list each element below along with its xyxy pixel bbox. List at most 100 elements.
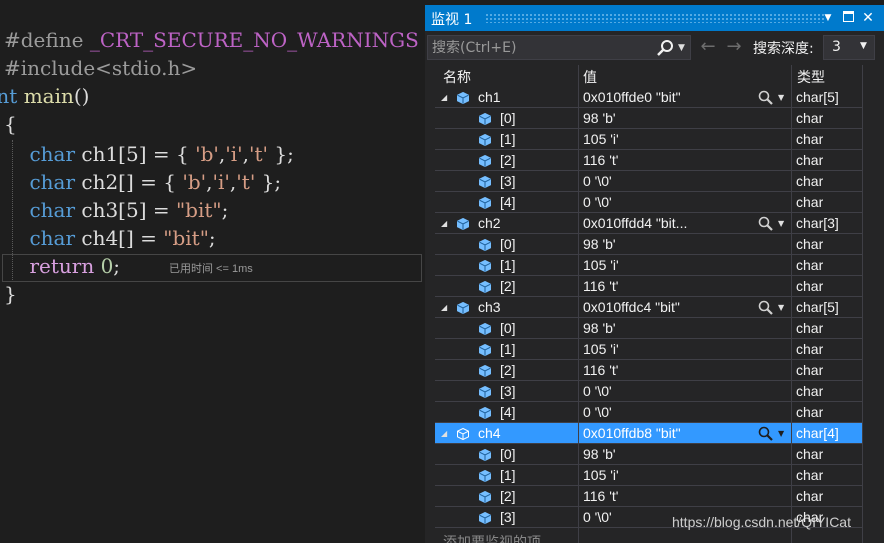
watch-type: char[3] xyxy=(796,215,839,231)
search-dropdown-icon[interactable]: ▼ xyxy=(678,38,685,58)
watch-name: [1] xyxy=(500,257,516,273)
visualizer-dropdown-icon[interactable]: ▼ xyxy=(778,297,784,318)
code-editor[interactable]: #define _CRT_SECURE_NO_WARNINGS 1#includ… xyxy=(0,0,424,543)
column-separator[interactable] xyxy=(578,65,579,543)
watch-value[interactable]: 0x010ffdd4 "bit... xyxy=(583,213,753,234)
code-token: } xyxy=(4,282,17,306)
watch-row-ch1[interactable]: ◢ ch1 0x010ffde0 "bit" ▼ char[5] xyxy=(435,87,863,108)
column-header-value[interactable]: 值 xyxy=(583,67,597,87)
variable-cube-icon xyxy=(457,302,469,314)
maximize-icon[interactable] xyxy=(839,8,857,28)
close-icon[interactable]: ✕ xyxy=(859,8,877,28)
text-visualizer-icon[interactable] xyxy=(757,425,775,442)
watch-window: 监视 1 ▼ ✕ ▼ ← → 搜索深度: 3 ▼ 名称 值 类型 ◢ ch1 0x0… xyxy=(425,5,884,543)
code-line: char ch4[] = "bit"; xyxy=(4,224,215,252)
watch-title-bar[interactable]: 监视 1 ▼ ✕ xyxy=(425,5,884,31)
search-input[interactable] xyxy=(432,38,642,58)
watch-value[interactable]: 105 'i' xyxy=(583,255,753,276)
watch-value[interactable]: 0 '\0' xyxy=(583,402,753,423)
watch-child-row[interactable]: [0] 98 'b' char xyxy=(435,234,863,255)
code-token: }; xyxy=(268,142,294,166)
watch-value[interactable]: 116 't' xyxy=(583,360,753,381)
watch-child-row[interactable]: [4] 0 '\0' char xyxy=(435,192,863,213)
watch-value[interactable]: 116 't' xyxy=(583,486,753,507)
add-watch-row[interactable]: 添加要监视的项 xyxy=(435,532,863,543)
watch-child-row[interactable]: [1] 105 'i' char xyxy=(435,129,863,150)
watch-name: [4] xyxy=(500,404,516,420)
watch-type: char xyxy=(796,257,824,273)
code-line: } xyxy=(4,280,17,308)
collapse-arrow-icon[interactable]: ◢ xyxy=(441,297,447,318)
watch-child-row[interactable]: [0] 98 'b' char xyxy=(435,108,863,129)
visualizer-dropdown-icon[interactable]: ▼ xyxy=(778,423,784,444)
collapse-arrow-icon[interactable]: ◢ xyxy=(441,87,447,108)
code-token: char xyxy=(29,170,76,194)
column-header-type[interactable]: 类型 xyxy=(797,67,825,87)
watch-child-row[interactable]: [3] 0 '\0' char xyxy=(435,381,863,402)
watch-child-row[interactable]: [2] 116 't' char xyxy=(435,486,863,507)
add-watch-placeholder[interactable]: 添加要监视的项 xyxy=(443,532,541,543)
code-token: ; xyxy=(113,254,121,278)
watch-child-row[interactable]: [0] 98 'b' char xyxy=(435,444,863,465)
watch-value[interactable]: 116 't' xyxy=(583,276,753,297)
watch-value[interactable]: 0 '\0' xyxy=(583,171,753,192)
text-visualizer-icon[interactable] xyxy=(757,299,775,316)
watch-child-row[interactable]: [0] 98 'b' char xyxy=(435,318,863,339)
watch-type: char xyxy=(796,110,824,126)
text-visualizer-icon[interactable] xyxy=(757,89,775,106)
code-token: }; xyxy=(255,170,282,194)
watch-child-row[interactable]: [2] 116 't' char xyxy=(435,276,863,297)
watch-child-row[interactable]: [1] 105 'i' char xyxy=(435,465,863,486)
variable-cube-icon xyxy=(479,344,491,356)
search-icon[interactable] xyxy=(656,38,676,58)
watch-value[interactable]: 0x010ffdc4 "bit" xyxy=(583,297,753,318)
watch-row-ch2[interactable]: ◢ ch2 0x010ffdd4 "bit... ▼ char[3] xyxy=(435,213,863,234)
text-visualizer-icon[interactable] xyxy=(757,215,775,232)
watch-title: 监视 1 xyxy=(431,12,473,28)
watch-type: char xyxy=(796,173,824,189)
column-header-name[interactable]: 名称 xyxy=(443,67,471,87)
watch-child-row[interactable]: [2] 116 't' char xyxy=(435,150,863,171)
column-separator xyxy=(862,65,863,543)
watch-type: char[5] xyxy=(796,299,839,315)
watch-value[interactable]: 105 'i' xyxy=(583,339,753,360)
code-line: { xyxy=(4,110,17,138)
visualizer-dropdown-icon[interactable]: ▼ xyxy=(778,213,784,234)
watch-value[interactable]: 105 'i' xyxy=(583,129,753,150)
watch-value[interactable]: 0x010ffdb8 "bit" xyxy=(583,423,753,444)
watch-child-row[interactable]: [1] 105 'i' char xyxy=(435,339,863,360)
code-token: ch2[] = { xyxy=(75,170,183,194)
watch-child-row[interactable]: [1] 105 'i' char xyxy=(435,255,863,276)
visualizer-dropdown-icon[interactable]: ▼ xyxy=(778,87,784,108)
watch-value[interactable]: 98 'b' xyxy=(583,444,753,465)
watch-value[interactable]: 105 'i' xyxy=(583,465,753,486)
watch-value[interactable]: 98 'b' xyxy=(583,234,753,255)
watch-value[interactable]: 116 't' xyxy=(583,150,753,171)
column-separator[interactable] xyxy=(791,65,792,543)
window-menu-icon[interactable]: ▼ xyxy=(819,8,837,28)
watch-value[interactable]: 0x010ffde0 "bit" xyxy=(583,87,753,108)
search-next-icon[interactable]: → xyxy=(723,36,745,58)
collapse-arrow-icon[interactable]: ◢ xyxy=(441,423,447,444)
search-previous-icon[interactable]: ← xyxy=(697,36,719,58)
code-line: #define _CRT_SECURE_NO_WARNINGS 1 xyxy=(4,26,424,54)
watch-child-row[interactable]: [2] 116 't' char xyxy=(435,360,863,381)
code-line: int main() xyxy=(0,82,89,110)
watch-value[interactable]: 0 '\0' xyxy=(583,192,753,213)
watch-child-row[interactable]: [3] 0 '\0' char xyxy=(435,171,863,192)
collapse-arrow-icon[interactable]: ◢ xyxy=(441,213,447,234)
watch-row-ch4[interactable]: ◢ ch4 0x010ffdb8 "bit" ▼ char[4] xyxy=(435,423,863,444)
watch-value[interactable]: 0 '\0' xyxy=(583,381,753,402)
watch-value[interactable]: 98 'b' xyxy=(583,108,753,129)
watch-name: [0] xyxy=(500,320,516,336)
watch-value[interactable]: 98 'b' xyxy=(583,318,753,339)
watch-row-ch3[interactable]: ◢ ch3 0x010ffdc4 "bit" ▼ char[5] xyxy=(435,297,863,318)
watch-child-row[interactable]: [4] 0 '\0' char xyxy=(435,402,863,423)
code-token: ; xyxy=(221,198,229,222)
variable-cube-icon xyxy=(479,407,491,419)
watch-name: [3] xyxy=(500,383,516,399)
search-depth-select[interactable]: 3 ▼ xyxy=(823,35,875,60)
